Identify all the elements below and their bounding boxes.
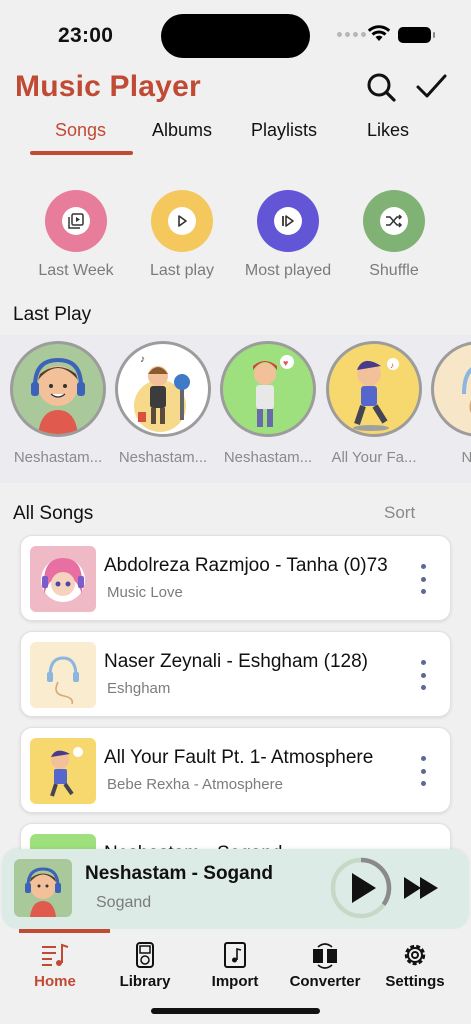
nav-home[interactable]: Home xyxy=(10,941,100,990)
wifi-icon xyxy=(367,25,391,41)
song-title: Naser Zeynali - Eshgham (128) xyxy=(104,651,368,672)
checkmark-icon[interactable] xyxy=(414,70,448,104)
last-play-title: Last Play xyxy=(13,304,92,325)
nav-library[interactable]: Library xyxy=(100,941,190,990)
gear-icon xyxy=(404,944,426,966)
play-step-icon xyxy=(282,215,294,227)
svg-text:♥: ♥ xyxy=(283,358,288,368)
song-cover-image xyxy=(30,642,96,708)
last-play-label: Nase xyxy=(429,449,471,466)
nav-label: Library xyxy=(119,973,171,990)
quick-action-circle xyxy=(45,190,107,252)
cellular-signal-icon xyxy=(337,32,366,37)
battery-icon xyxy=(398,27,435,43)
song-list-item[interactable]: Abdolreza Razmjoo - Tanha (0)73 Music Lo… xyxy=(20,535,451,621)
nav-label: Converter xyxy=(289,973,361,990)
app-title: Music Player xyxy=(15,70,201,103)
song-list-item[interactable]: Naser Zeynali - Eshgham (128) Eshgham xyxy=(20,631,451,717)
home-indicator xyxy=(151,1008,320,1014)
song-title: All Your Fault Pt. 1- Atmosphere xyxy=(104,747,374,768)
quick-action-label: Shuffle xyxy=(369,262,419,279)
quick-action-last-play[interactable]: Last play xyxy=(132,190,232,280)
nav-label: Home xyxy=(34,973,76,990)
tab-likes[interactable]: Likes xyxy=(367,120,409,141)
quick-action-circle xyxy=(151,190,213,252)
ipod-icon xyxy=(136,942,154,968)
dynamic-island xyxy=(161,14,310,58)
quick-action-label: Last Week xyxy=(38,262,114,279)
play-button[interactable] xyxy=(330,857,392,919)
song-cover-image xyxy=(10,341,106,437)
song-cover-image xyxy=(30,546,96,612)
last-play-list[interactable]: Neshastam... ♪ Neshastam... ♥ Neshastam.… xyxy=(0,335,471,483)
nav-settings[interactable]: Settings xyxy=(370,941,460,990)
quick-action-most-played[interactable]: Most played xyxy=(238,190,338,280)
song-subtitle: Music Love xyxy=(107,584,183,601)
now-playing-cover xyxy=(14,859,72,917)
tab-albums[interactable]: Albums xyxy=(152,120,212,141)
music-file-icon xyxy=(224,942,246,968)
song-cover-image xyxy=(431,341,471,437)
tab-playlists[interactable]: Playlists xyxy=(251,120,317,141)
song-cover-image: ♪ xyxy=(115,341,211,437)
fast-forward-icon[interactable] xyxy=(402,875,440,901)
last-play-label: Neshastam... xyxy=(223,449,313,466)
song-subtitle: Eshgham xyxy=(107,680,171,697)
more-options-icon[interactable] xyxy=(416,564,430,594)
svg-text:♪: ♪ xyxy=(140,354,145,365)
song-list-item[interactable]: All Your Fault Pt. 1- Atmosphere Bebe Re… xyxy=(20,727,451,813)
last-play-label: Neshastam... xyxy=(118,449,208,466)
song-cover-image xyxy=(30,738,96,804)
nav-label: Import xyxy=(211,973,259,990)
now-playing-subtitle: Sogand xyxy=(96,894,152,911)
quick-action-label: Last play xyxy=(149,262,215,279)
all-songs-title: All Songs xyxy=(13,503,94,524)
mini-player[interactable]: Neshastam - Sogand Sogand xyxy=(2,849,469,929)
nav-active-indicator xyxy=(19,929,110,933)
play-icon xyxy=(178,215,187,227)
quick-action-shuffle[interactable]: Shuffle xyxy=(344,190,444,280)
quick-action-label: Most played xyxy=(244,262,332,279)
svg-text:♪: ♪ xyxy=(390,361,394,370)
tab-indicator xyxy=(30,151,133,155)
more-options-icon[interactable] xyxy=(416,660,430,690)
last-play-item[interactable]: Nase xyxy=(429,341,471,466)
quick-action-circle xyxy=(363,190,425,252)
last-play-item[interactable]: ♪ Neshastam... xyxy=(113,341,213,466)
song-subtitle: Bebe Rexha - Atmosphere xyxy=(107,776,283,793)
last-play-label: All Your Fa... xyxy=(331,449,417,466)
last-play-label: Neshastam... xyxy=(13,449,103,466)
convert-files-icon xyxy=(313,943,337,969)
last-play-item[interactable]: ♥ Neshastam... xyxy=(218,341,318,466)
sort-button[interactable]: Sort xyxy=(384,503,415,523)
song-title: Abdolreza Razmjoo - Tanha (0)73 xyxy=(104,555,388,576)
quick-action-last-week[interactable]: Last Week xyxy=(26,190,126,280)
shuffle-icon xyxy=(386,214,403,228)
song-cover-image: ♥ xyxy=(220,341,316,437)
status-bar: 23:00 xyxy=(0,0,471,70)
play-icon xyxy=(352,873,376,903)
search-icon[interactable] xyxy=(364,70,398,104)
song-cover-image: ♪ xyxy=(326,341,422,437)
more-options-icon[interactable] xyxy=(416,756,430,786)
tab-songs[interactable]: Songs xyxy=(55,120,106,141)
now-playing-title: Neshastam - Sogand xyxy=(85,863,273,884)
video-library-icon xyxy=(68,213,84,229)
nav-label: Settings xyxy=(385,973,445,990)
nav-import[interactable]: Import xyxy=(190,941,280,990)
nav-converter[interactable]: Converter xyxy=(280,941,370,990)
status-time: 23:00 xyxy=(58,24,114,47)
last-play-item[interactable]: ♪ All Your Fa... xyxy=(324,341,424,466)
quick-action-circle xyxy=(257,190,319,252)
music-list-icon xyxy=(42,943,69,966)
last-play-item[interactable]: Neshastam... xyxy=(8,341,108,466)
